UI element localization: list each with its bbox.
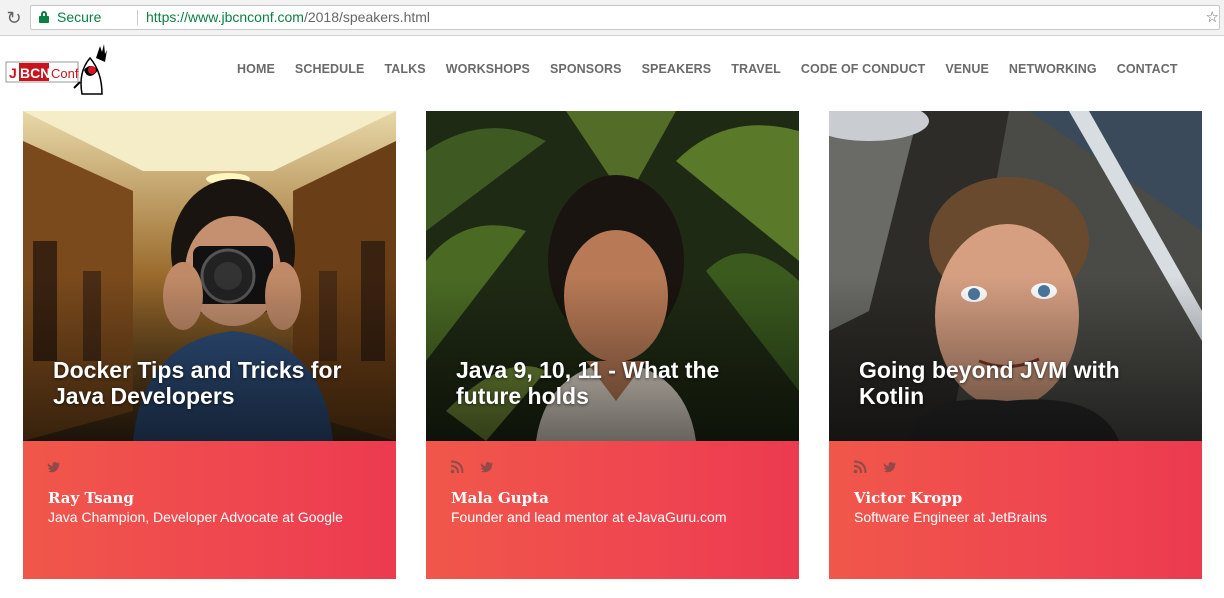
speaker-photo[interactable]: Going beyond JVM with Kotlin [829, 111, 1202, 441]
address-bar[interactable]: Secure https://www.jbcnconf.com/2018/spe… [30, 5, 1220, 30]
nav-venue[interactable]: VENUE [935, 58, 999, 80]
speaker-card[interactable]: Going beyond JVM with Kotlin Victor Krop… [829, 111, 1202, 579]
lock-icon [39, 11, 49, 23]
speaker-card[interactable]: Docker Tips and Tricks for Java Develope… [23, 111, 396, 579]
logo-bcn: BCN [20, 65, 50, 81]
speaker-name[interactable]: Mala Gupta [451, 489, 549, 507]
nav-schedule[interactable]: SCHEDULE [285, 58, 375, 80]
speaker-role: Java Champion, Developer Advocate at Goo… [48, 509, 343, 525]
speaker-role: Founder and lead mentor at eJavaGuru.com [451, 509, 727, 525]
speaker-name[interactable]: Victor Kropp [854, 489, 962, 507]
logo-conf: Conf [51, 66, 79, 81]
rss-icon[interactable] [853, 460, 867, 474]
talk-title[interactable]: Going beyond JVM with Kotlin [859, 357, 1179, 409]
nav-code-of-conduct[interactable]: CODE OF CONDUCT [791, 58, 935, 80]
social-links [450, 460, 494, 474]
speaker-name[interactable]: Ray Tsang [48, 489, 134, 507]
speaker-photo[interactable]: Docker Tips and Tricks for Java Develope… [23, 111, 396, 441]
speaker-info: Ray Tsang Java Champion, Developer Advoc… [23, 441, 396, 579]
nav-home[interactable]: HOME [227, 58, 285, 80]
duke-mascot-icon [73, 44, 107, 95]
nav-contact[interactable]: CONTACT [1107, 58, 1188, 80]
browser-toolbar: ↻ Secure https://www.jbcnconf.com/2018/s… [0, 0, 1224, 36]
secure-label: Secure [57, 9, 102, 25]
reload-icon[interactable]: ↻ [4, 8, 24, 28]
social-links [853, 460, 897, 474]
speaker-photo[interactable]: Java 9, 10, 11 - What the future holds [426, 111, 799, 441]
speaker-role: Software Engineer at JetBrains [854, 509, 1047, 525]
twitter-icon[interactable] [47, 460, 61, 474]
url-host: https://www.jbcnconf.com [146, 9, 304, 25]
bookmark-star-icon[interactable]: ☆ [1206, 6, 1219, 29]
nav-speakers[interactable]: SPEAKERS [632, 58, 722, 80]
url-path: /2018/speakers.html [303, 9, 431, 25]
url-text[interactable]: https://www.jbcnconf.com/2018/speakers.h… [146, 6, 430, 29]
nav-talks[interactable]: TALKS [374, 58, 435, 80]
main-nav: HOME SCHEDULE TALKS WORKSHOPS SPONSORS S… [227, 58, 1188, 80]
nav-networking[interactable]: NETWORKING [999, 58, 1107, 80]
speaker-info: Mala Gupta Founder and lead mentor at eJ… [426, 441, 799, 579]
talk-title[interactable]: Java 9, 10, 11 - What the future holds [456, 357, 776, 409]
nav-sponsors[interactable]: SPONSORS [540, 58, 632, 80]
nav-travel[interactable]: TRAVEL [721, 58, 791, 80]
nav-workshops[interactable]: WORKSHOPS [436, 58, 540, 80]
twitter-icon[interactable] [883, 460, 897, 474]
social-links [47, 460, 61, 474]
speaker-info: Victor Kropp Software Engineer at JetBra… [829, 441, 1202, 579]
omnibox-separator [137, 10, 138, 25]
logo-j: J [9, 65, 17, 81]
jbcnconf-logo[interactable]: J BCN Conf [4, 42, 108, 98]
talk-title[interactable]: Docker Tips and Tricks for Java Develope… [53, 357, 373, 409]
rss-icon[interactable] [450, 460, 464, 474]
speaker-card[interactable]: Java 9, 10, 11 - What the future holds M… [426, 111, 799, 579]
twitter-icon[interactable] [480, 460, 494, 474]
